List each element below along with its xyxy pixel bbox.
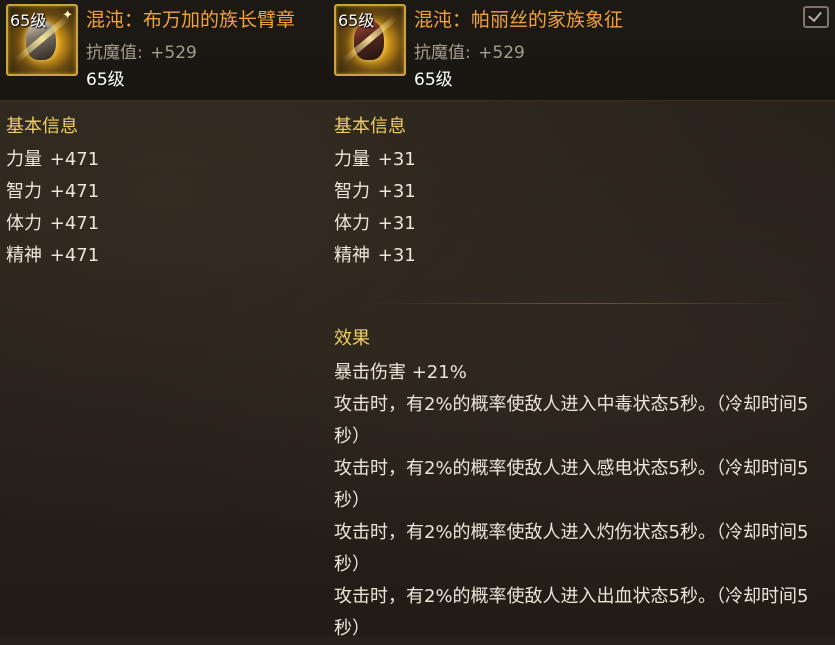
stat-value: +471 [49,213,100,234]
basic-info-title: 基本信息 [6,116,78,137]
stat-row: 体力 +31 [334,209,416,241]
icon-level-badge: 65级 [10,11,47,30]
effect-title: 效果 [334,328,370,349]
compare-check-icon[interactable] [803,6,829,28]
resist-value: +529 [478,43,525,63]
stat-label: 精神 [6,245,42,266]
resist-label: 抗魔值: [86,43,143,63]
effect-line: 攻击时，有2%的概率使敌人进入出血状态5秒。（冷却时间5秒） [334,586,809,639]
stat-label: 智力 [334,181,370,202]
effect-line: 攻击时，有2%的概率使敌人进入感电状态5秒。（冷却时间5秒） [334,458,809,511]
stat-value: +471 [49,149,100,170]
stat-value: +31 [377,149,416,170]
stat-label: 体力 [6,213,42,234]
stat-value: +31 [377,245,416,266]
left-item-tooltip: 65级 ✦ 混沌：布万加的族长臂章 抗魔值: +529 65级 基本信息 力量 … [0,0,328,636]
stat-label: 智力 [6,181,42,202]
section-divider [366,303,805,304]
left-item-header: 65级 ✦ 混沌：布万加的族长臂章 抗魔值: +529 65级 [0,0,328,101]
stat-row: 精神 +471 [6,241,99,273]
right-item-tooltip: 65级 混沌：帕丽丝的家族象征 抗魔值: +529 65级 基本信息 力量 +3… [328,0,835,639]
family-emblem-icon[interactable]: 65级 [334,4,406,76]
stats-list: 力量 +31 智力 +31 体力 +31 精神 +31 [334,145,416,273]
stat-row: 智力 +471 [6,177,99,209]
stat-row: 体力 +471 [6,209,99,241]
stat-value: +471 [49,181,100,202]
stats-list: 力量 +471 智力 +471 体力 +471 精神 +471 [6,145,99,273]
right-item-header: 65级 混沌：帕丽丝的家族象征 抗魔值: +529 65级 [328,0,835,101]
item-level: 65级 [414,70,453,90]
resist-line: 抗魔值: +529 [414,38,525,63]
resist-label: 抗魔值: [414,43,471,63]
stat-row: 力量 +471 [6,145,99,177]
basic-info-title: 基本信息 [334,116,406,137]
stat-value: +31 [377,213,416,234]
stat-label: 精神 [334,245,370,266]
icon-level-badge: 65级 [338,11,375,30]
effect-line: 攻击时，有2%的概率使敌人进入灼伤状态5秒。（冷却时间5秒） [334,522,809,575]
stat-row: 智力 +31 [334,177,416,209]
item-name: 混沌：帕丽丝的家族象征 [414,9,624,31]
wrist-guard-icon[interactable]: 65级 ✦ [6,4,78,76]
stat-label: 体力 [334,213,370,234]
item-level: 65级 [86,70,125,90]
effect-line: 攻击时，有2%的概率使敌人进入中毒状态5秒。（冷却时间5秒） [334,394,809,447]
effects-list: 暴击伤害 +21% 攻击时，有2%的概率使敌人进入中毒状态5秒。（冷却时间5秒）… [334,357,824,645]
resist-line: 抗魔值: +529 [86,38,197,63]
effect-line: 暴击伤害 +21% [334,362,467,383]
stat-value: +31 [377,181,416,202]
resist-value: +529 [150,43,197,63]
stat-row: 力量 +31 [334,145,416,177]
stat-label: 力量 [334,149,370,170]
stat-row: 精神 +31 [334,241,416,273]
sparkle-icon: ✦ [62,8,73,23]
stat-value: +471 [49,245,100,266]
item-name: 混沌：布万加的族长臂章 [86,9,296,31]
stat-label: 力量 [6,149,42,170]
